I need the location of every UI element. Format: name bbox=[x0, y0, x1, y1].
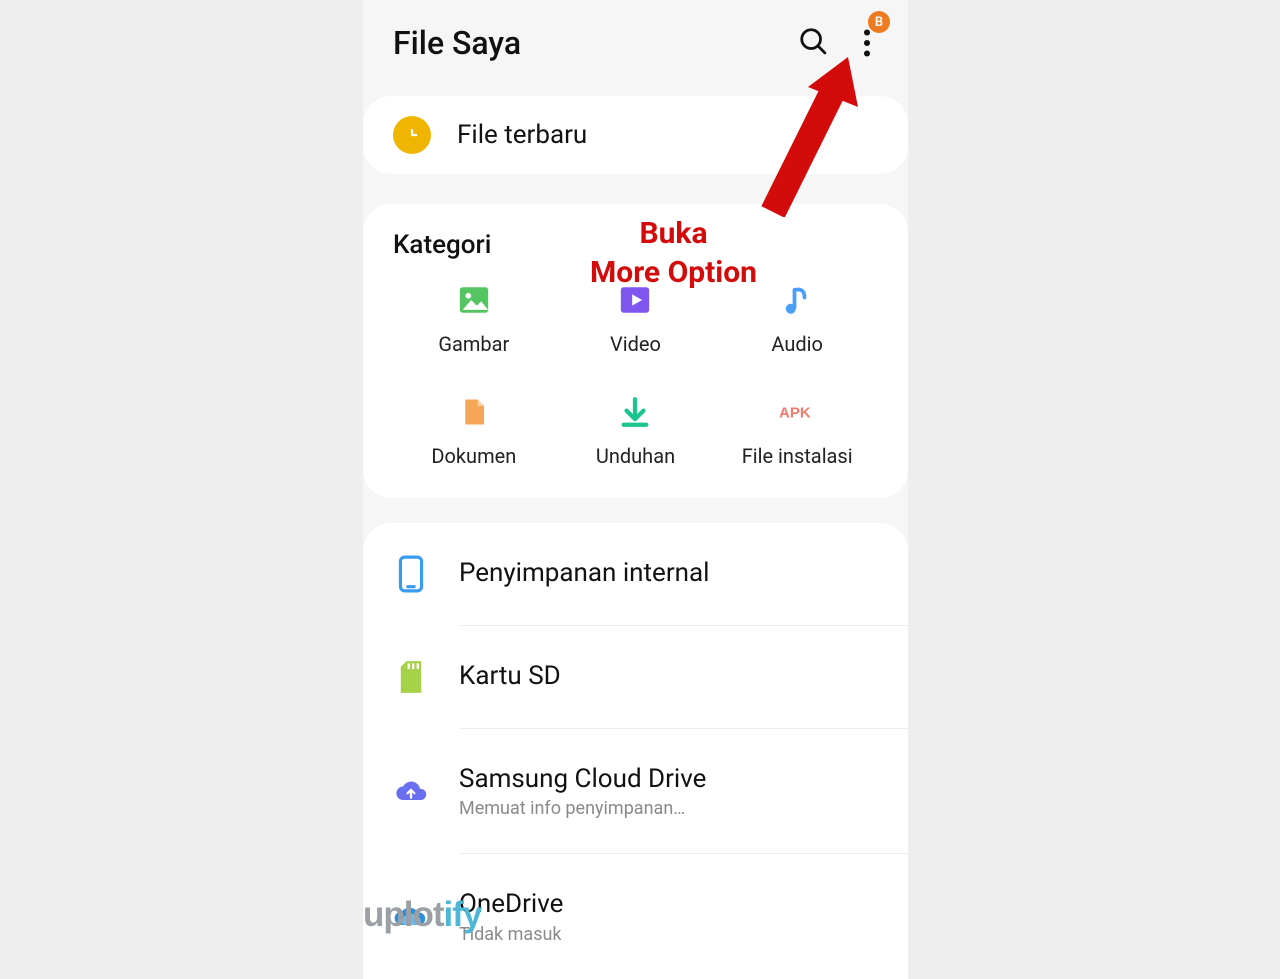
music-note-icon bbox=[779, 282, 815, 318]
cloud-upload-icon bbox=[393, 773, 429, 809]
sd-card-icon bbox=[393, 659, 429, 695]
video-icon bbox=[617, 282, 653, 318]
storage-title: Kartu SD bbox=[459, 660, 878, 694]
apk-icon: APK bbox=[779, 394, 815, 430]
storage-title: Penyimpanan internal bbox=[459, 557, 878, 591]
notification-badge: B bbox=[868, 11, 890, 33]
watermark: uplotify bbox=[363, 895, 481, 935]
svg-text:APK: APK bbox=[779, 404, 811, 421]
category-audio[interactable]: Audio bbox=[716, 282, 878, 356]
storage-subtitle: Tidak masuk bbox=[459, 924, 878, 945]
storage-title: OneDrive bbox=[459, 888, 878, 922]
recent-files-card[interactable]: File terbaru bbox=[363, 96, 908, 174]
more-options-icon[interactable]: B bbox=[856, 29, 878, 57]
category-label: Video bbox=[610, 332, 661, 356]
categories-title: Kategori bbox=[393, 230, 878, 260]
category-images[interactable]: Gambar bbox=[393, 282, 555, 356]
storage-sd-card[interactable]: Kartu SD bbox=[363, 626, 908, 728]
download-icon bbox=[617, 394, 653, 430]
clock-icon bbox=[393, 116, 431, 154]
category-video[interactable]: Video bbox=[555, 282, 717, 356]
category-label: Dokumen bbox=[431, 444, 516, 468]
categories-grid: Gambar Video bbox=[393, 282, 878, 468]
category-install-files[interactable]: APK File instalasi bbox=[716, 394, 878, 468]
watermark-part1: uplot bbox=[363, 895, 444, 934]
category-documents[interactable]: Dokumen bbox=[393, 394, 555, 468]
category-label: Gambar bbox=[438, 332, 509, 356]
categories-card: Kategori Gambar bbox=[363, 204, 908, 498]
app-header: File Saya B bbox=[363, 0, 908, 76]
storage-title: Samsung Cloud Drive bbox=[459, 763, 878, 797]
recent-files-label: File terbaru bbox=[457, 120, 587, 150]
phone-storage-icon bbox=[393, 556, 429, 592]
storage-subtitle: Memuat info penyimpanan… bbox=[459, 798, 878, 819]
category-label: File instalasi bbox=[742, 444, 853, 468]
watermark-part2: ify bbox=[444, 895, 482, 934]
search-icon[interactable] bbox=[798, 26, 828, 60]
phone-screen: File Saya B File bbox=[363, 0, 908, 973]
header-actions: B bbox=[798, 26, 878, 60]
page-title: File Saya bbox=[393, 24, 521, 62]
category-label: Audio bbox=[771, 332, 823, 356]
category-downloads[interactable]: Unduhan bbox=[555, 394, 717, 468]
storage-internal[interactable]: Penyimpanan internal bbox=[363, 523, 908, 625]
category-label: Unduhan bbox=[596, 444, 675, 468]
image-icon bbox=[456, 282, 492, 318]
document-icon bbox=[456, 394, 492, 430]
storage-samsung-cloud[interactable]: Samsung Cloud Drive Memuat info penyimpa… bbox=[363, 729, 908, 854]
